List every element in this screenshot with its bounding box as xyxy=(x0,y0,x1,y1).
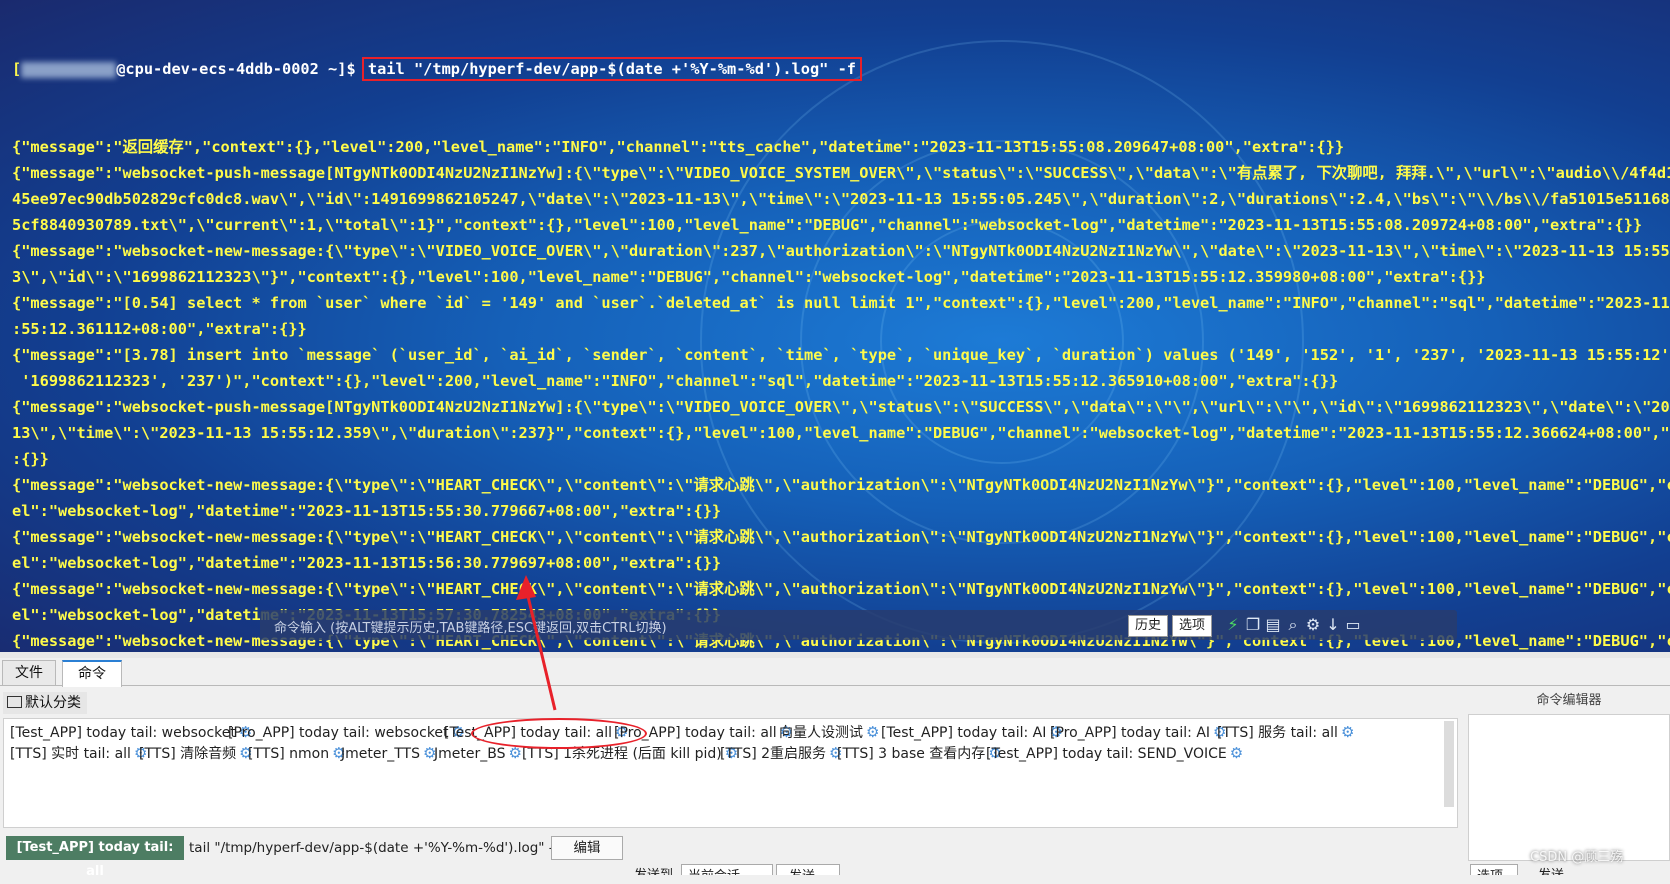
command-input-placeholder[interactable]: 命令输入 (按ALT键提示历史,TAB键路径,ESC键返回,双击CTRL切换) xyxy=(274,617,667,636)
command-item-label: [TTS] 3 base 查看内存 xyxy=(837,746,986,762)
send-options-button[interactable]: 选项 xyxy=(1470,864,1518,875)
paste-icon[interactable]: ▤ xyxy=(1264,616,1282,634)
command-item-label: [TTS] nmon xyxy=(248,746,330,762)
terminal-pane[interactable]: [ @cpu-dev-ecs-4ddb-0002 ~]$ tail "/tmp/h… xyxy=(0,0,1670,652)
command-item-label: [Pro_APP] today tail: websocket xyxy=(228,725,449,741)
log-line: {"message":"websocket-push-message[NTgyN… xyxy=(12,398,1670,416)
download-icon[interactable]: ↓ xyxy=(1324,616,1342,634)
options-button[interactable]: 选项 xyxy=(1172,615,1212,637)
command-item-label: [Test_APP] today tail: websocket xyxy=(10,725,236,741)
log-line: {"message":"websocket-new-message:{\"typ… xyxy=(12,242,1670,260)
folder-icon xyxy=(7,696,22,708)
command-item-label: [TTS] 实时 tail: all xyxy=(10,746,131,762)
selected-command-bar: [Test_APP] today tail: all tail "/tmp/hy… xyxy=(3,834,1456,879)
log-line: el":"websocket-log","datetime":"2023-11-… xyxy=(12,554,722,572)
command-item[interactable]: 向量人设测试 ⚙ xyxy=(779,722,879,743)
command-item-label: [TTS] 2重启服务 xyxy=(720,746,827,762)
log-line: {"message":"websocket-new-message:{\"typ… xyxy=(12,476,1670,494)
command-item-label: Jmeter_TTS xyxy=(341,746,420,762)
log-line: {"message":"返回缓存","context":{},"level":2… xyxy=(12,138,1345,156)
send-bar: 发送到 当前会话 发送 选项 发送 xyxy=(0,864,1670,875)
lightning-icon[interactable]: ⚡ xyxy=(1224,616,1242,634)
history-button[interactable]: 历史 xyxy=(1128,615,1168,637)
gear-icon[interactable]: ⚙ xyxy=(1341,723,1354,741)
log-line: el":"websocket-log","datetime":"2023-11-… xyxy=(12,502,722,520)
category-default[interactable]: 默认分类 xyxy=(3,692,87,714)
copy-icon[interactable]: ❐ xyxy=(1244,616,1262,634)
search-icon[interactable]: ⌕ xyxy=(1284,616,1302,634)
command-item[interactable]: [TTS] nmon ⚙ xyxy=(248,743,346,764)
prompt-host: @cpu-dev-ecs-4ddb-0002 ~]$ xyxy=(116,60,356,78)
command-item[interactable]: [Pro_APP] today tail: websocket ⚙ xyxy=(228,722,465,743)
command-item-label: [Pro_APP] today tail: AI xyxy=(1050,725,1211,741)
log-line: {"message":"websocket-new-message:{\"typ… xyxy=(12,528,1670,546)
command-editor-label: 命令编辑器 xyxy=(1536,693,1602,708)
category-label: 默认分类 xyxy=(25,695,81,711)
log-line: 45ee97ec90db502829cfc0dc8.wav\",\"id\":1… xyxy=(12,190,1670,208)
command-item[interactable]: [Test_APP] today tail: AI ⚙ xyxy=(881,722,1063,743)
send-to-label: 发送到 xyxy=(634,864,673,875)
bottom-tabs: 文件 命令 xyxy=(0,658,1670,687)
maximize-icon[interactable]: ▭ xyxy=(1344,616,1362,634)
send-button[interactable]: 发送 xyxy=(776,864,840,875)
log-line: {"message":"websocket-new-message:{\"typ… xyxy=(12,580,1670,598)
command-item[interactable]: [TTS] 2重启服务 ⚙ xyxy=(720,743,842,764)
gear-icon[interactable]: ⚙ xyxy=(1230,744,1243,762)
terminal-output: [ @cpu-dev-ecs-4ddb-0002 ~]$ tail "/tmp/h… xyxy=(12,4,1670,652)
command-item-label: Jmeter_BS xyxy=(434,746,506,762)
log-line: 5cf8840930789.txt\",\"current\":1,\"tota… xyxy=(12,216,1643,234)
watermark: CSDN @顾三殇 xyxy=(1530,850,1624,865)
command-item[interactable]: [Test_APP] today tail: websocket ⚙ xyxy=(10,722,252,743)
command-item[interactable]: [TTS] 服务 tail: all ⚙ xyxy=(1217,722,1354,743)
log-line: :{}} xyxy=(12,450,49,468)
command-item[interactable]: [TTS] 清除音频 ⚙ xyxy=(139,743,253,764)
log-line: 13\",\"time\":\"2023-11-13 15:55:12.359\… xyxy=(12,424,1670,442)
edit-button[interactable]: 编辑 xyxy=(551,836,623,860)
selected-command-text: tail "/tmp/hyperf-dev/app-$(date +'%Y-%m… xyxy=(189,840,559,856)
command-editor[interactable] xyxy=(1468,714,1670,861)
log-line: {"message":"websocket-push-message[NTgyN… xyxy=(12,164,1670,182)
selected-command-name[interactable]: [Test_APP] today tail: all xyxy=(6,836,184,879)
tab-commands[interactable]: 命令 xyxy=(62,660,122,687)
highlight-ellipse xyxy=(471,718,647,749)
log-line: {"message":"[3.78] insert into `message`… xyxy=(12,346,1670,364)
shell-prompt-line: [ @cpu-dev-ecs-4ddb-0002 ~]$ tail "/tmp/h… xyxy=(12,56,1670,82)
send-right-button[interactable]: 发送 xyxy=(1538,864,1564,875)
command-list: [Test_APP] today tail: websocket ⚙ [Pro_AP… xyxy=(3,718,1458,828)
command-input-bar[interactable]: 命令输入 (按ALT键提示历史,TAB键路径,ESC键返回,双击CTRL切换) … xyxy=(260,610,1457,640)
log-line: :55:12.361112+08:00","extra":{}} xyxy=(12,320,307,338)
command-item-label: [TTS] 清除音频 xyxy=(139,746,237,762)
log-line: {"message":"[0.54] select * from `user` … xyxy=(12,294,1670,312)
command-item-label: [Test_APP] today tail: AI xyxy=(881,725,1047,741)
command-item[interactable]: [Test_APP] today tail: SEND_VOICE ⚙ xyxy=(986,743,1243,764)
command-item[interactable]: [Pro_APP] today tail: AI ⚙ xyxy=(1050,722,1226,743)
highlighted-command: tail "/tmp/hyperf-dev/app-$(date +'%Y-%m… xyxy=(361,57,863,81)
log-line: '1699862112323', '237')","context":{},"l… xyxy=(12,372,1339,390)
command-item-label: [TTS] 服务 tail: all xyxy=(1217,725,1338,741)
prompt-bracket: [ xyxy=(12,60,22,78)
command-item-label: [Test_APP] today tail: SEND_VOICE xyxy=(986,746,1227,762)
log-lines: {"message":"返回缓存","context":{},"level":2… xyxy=(12,134,1670,652)
send-target-select[interactable]: 当前会话 xyxy=(681,864,773,875)
command-item-label: 向量人设测试 xyxy=(779,725,863,741)
command-item[interactable]: [TTS] 3 base 查看内存 ⚙ xyxy=(837,743,1002,764)
command-item[interactable]: Jmeter_TTS ⚙ xyxy=(341,743,436,764)
tab-files[interactable]: 文件 xyxy=(2,660,56,685)
command-item[interactable]: [TTS] 实时 tail: all ⚙ xyxy=(10,743,147,764)
gear-icon[interactable]: ⚙ xyxy=(1304,616,1322,634)
redacted-username xyxy=(21,61,117,78)
scrollbar[interactable] xyxy=(1444,721,1454,807)
gear-icon[interactable]: ⚙ xyxy=(866,723,879,741)
log-line: 3\",\"id\":\"1699862112323\"}","context"… xyxy=(12,268,1486,286)
